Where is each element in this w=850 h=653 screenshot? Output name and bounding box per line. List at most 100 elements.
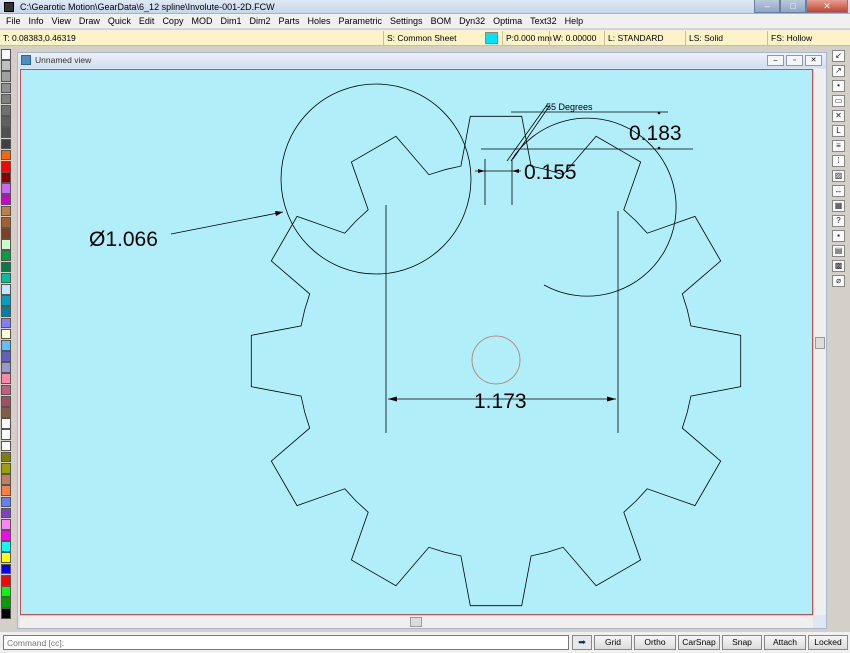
locked-button[interactable]: Locked	[808, 635, 848, 650]
palette-swatch[interactable]	[1, 82, 11, 94]
vertical-scroll-thumb[interactable]	[815, 337, 825, 349]
palette-swatch[interactable]	[1, 283, 11, 295]
close-button[interactable]: ✕	[806, 0, 848, 13]
hatch-icon[interactable]: ▨	[832, 170, 845, 182]
layers-icon[interactable]: ▤	[832, 245, 845, 257]
palette-swatch[interactable]	[1, 49, 11, 60]
palette-swatch[interactable]	[1, 60, 11, 71]
dimension-icon[interactable]: ↔	[832, 185, 845, 197]
measure-icon[interactable]: ⌀	[832, 275, 845, 287]
menu-edit[interactable]: Edit	[135, 16, 159, 26]
palette-swatch[interactable]	[1, 462, 11, 474]
palette-swatch[interactable]	[1, 328, 11, 340]
palette-swatch[interactable]	[1, 552, 11, 564]
palette-swatch[interactable]	[1, 362, 11, 373]
arrow-in-icon[interactable]: ↙	[832, 50, 845, 62]
palette-swatch[interactable]	[1, 104, 11, 116]
palette-swatch[interactable]	[1, 597, 11, 608]
line-style-status[interactable]: LS: Solid	[685, 31, 767, 45]
ortho-button[interactable]: Ortho	[634, 635, 676, 650]
palette-swatch[interactable]	[1, 496, 11, 508]
record-icon[interactable]: ▪	[832, 230, 845, 242]
palette-swatch[interactable]	[1, 149, 11, 161]
drawing-canvas[interactable]: Ø1.066 1.173 0.155 0.183 55 Degrees	[20, 69, 813, 615]
layer-status[interactable]: L: STANDARD	[604, 31, 685, 45]
view-restore-button[interactable]: ▫	[786, 55, 803, 66]
palette-swatch[interactable]	[1, 138, 11, 150]
palette-swatch[interactable]	[1, 563, 11, 575]
grid-button[interactable]: Grid	[594, 635, 632, 650]
fill-style-status[interactable]: FS: Hollow	[767, 31, 850, 45]
current-color-swatch[interactable]	[485, 32, 498, 44]
rectangle-icon[interactable]: ▭	[832, 95, 845, 107]
palette-swatch[interactable]	[1, 608, 11, 620]
palette-swatch[interactable]	[1, 574, 11, 586]
corner-icon[interactable]: L	[832, 125, 845, 137]
palette-swatch[interactable]	[1, 541, 11, 552]
menu-dim1[interactable]: Dim1	[216, 16, 245, 26]
menu-text32[interactable]: Text32	[526, 16, 561, 26]
menu-file[interactable]: File	[2, 16, 25, 26]
palette-swatch[interactable]	[1, 586, 11, 597]
menu-view[interactable]: View	[48, 16, 75, 26]
menu-quick[interactable]: Quick	[104, 16, 135, 26]
minimize-button[interactable]: –	[754, 0, 780, 13]
menu-draw[interactable]: Draw	[75, 16, 104, 26]
palette-swatch[interactable]	[1, 216, 11, 228]
execute-arrow-button[interactable]: ➡	[572, 635, 592, 650]
palette-swatch[interactable]	[1, 127, 11, 138]
width-status[interactable]: W: 0.00000	[549, 31, 604, 45]
palette-swatch[interactable]	[1, 261, 11, 273]
palette-swatch[interactable]	[1, 183, 11, 194]
palette-icon[interactable]: ▩	[832, 260, 845, 272]
menu-parts[interactable]: Parts	[274, 16, 303, 26]
help-icon[interactable]: ?	[832, 215, 845, 227]
palette-swatch[interactable]	[1, 306, 11, 317]
palette-swatch[interactable]	[1, 116, 11, 127]
palette-swatch[interactable]	[1, 317, 11, 329]
menu-dyn32[interactable]: Dyn32	[455, 16, 489, 26]
palette-swatch[interactable]	[1, 429, 11, 441]
palette-swatch[interactable]	[1, 339, 11, 351]
horizontal-scroll-thumb[interactable]	[410, 617, 422, 627]
palette-swatch[interactable]	[1, 351, 11, 362]
pen-status[interactable]: P:0.000 mm	[502, 31, 552, 45]
horizontal-scrollbar[interactable]	[20, 615, 813, 628]
menu-settings[interactable]: Settings	[386, 16, 427, 26]
cross-icon[interactable]: ✕	[832, 110, 845, 122]
palette-swatch[interactable]	[1, 239, 11, 250]
command-input[interactable]	[3, 635, 569, 650]
menu-parametric[interactable]: Parametric	[335, 16, 387, 26]
palette-swatch[interactable]	[1, 407, 11, 418]
palette-swatch[interactable]	[1, 440, 11, 452]
view-minimize-button[interactable]: –	[767, 55, 784, 66]
attach-button[interactable]: Attach	[764, 635, 806, 650]
menu-holes[interactable]: Holes	[304, 16, 335, 26]
palette-swatch[interactable]	[1, 71, 11, 83]
menu-optima[interactable]: Optima	[489, 16, 526, 26]
point-icon[interactable]: •	[832, 80, 845, 92]
table-icon[interactable]: ▦	[832, 200, 845, 212]
palette-swatch[interactable]	[1, 272, 11, 284]
palette-swatch[interactable]	[1, 228, 11, 239]
palette-swatch[interactable]	[1, 485, 11, 496]
palette-swatch[interactable]	[1, 384, 11, 396]
menu-bom[interactable]: BOM	[427, 16, 456, 26]
snap-button[interactable]: Snap	[722, 635, 762, 650]
palette-swatch[interactable]	[1, 250, 11, 262]
palette-swatch[interactable]	[1, 194, 11, 206]
palette-swatch[interactable]	[1, 160, 11, 172]
palette-swatch[interactable]	[1, 395, 11, 407]
palette-swatch[interactable]	[1, 451, 11, 463]
palette-swatch[interactable]	[1, 518, 11, 530]
menu-dim2[interactable]: Dim2	[245, 16, 274, 26]
view-close-button[interactable]: ✕	[805, 55, 822, 66]
maximize-button[interactable]: □	[780, 0, 806, 13]
palette-swatch[interactable]	[1, 295, 11, 306]
palette-swatch[interactable]	[1, 205, 11, 217]
vertical-scrollbar[interactable]	[813, 69, 826, 615]
palette-swatch[interactable]	[1, 373, 11, 385]
palette-swatch[interactable]	[1, 507, 11, 519]
menu-help[interactable]: Help	[561, 16, 588, 26]
menu-mod[interactable]: MOD	[187, 16, 216, 26]
